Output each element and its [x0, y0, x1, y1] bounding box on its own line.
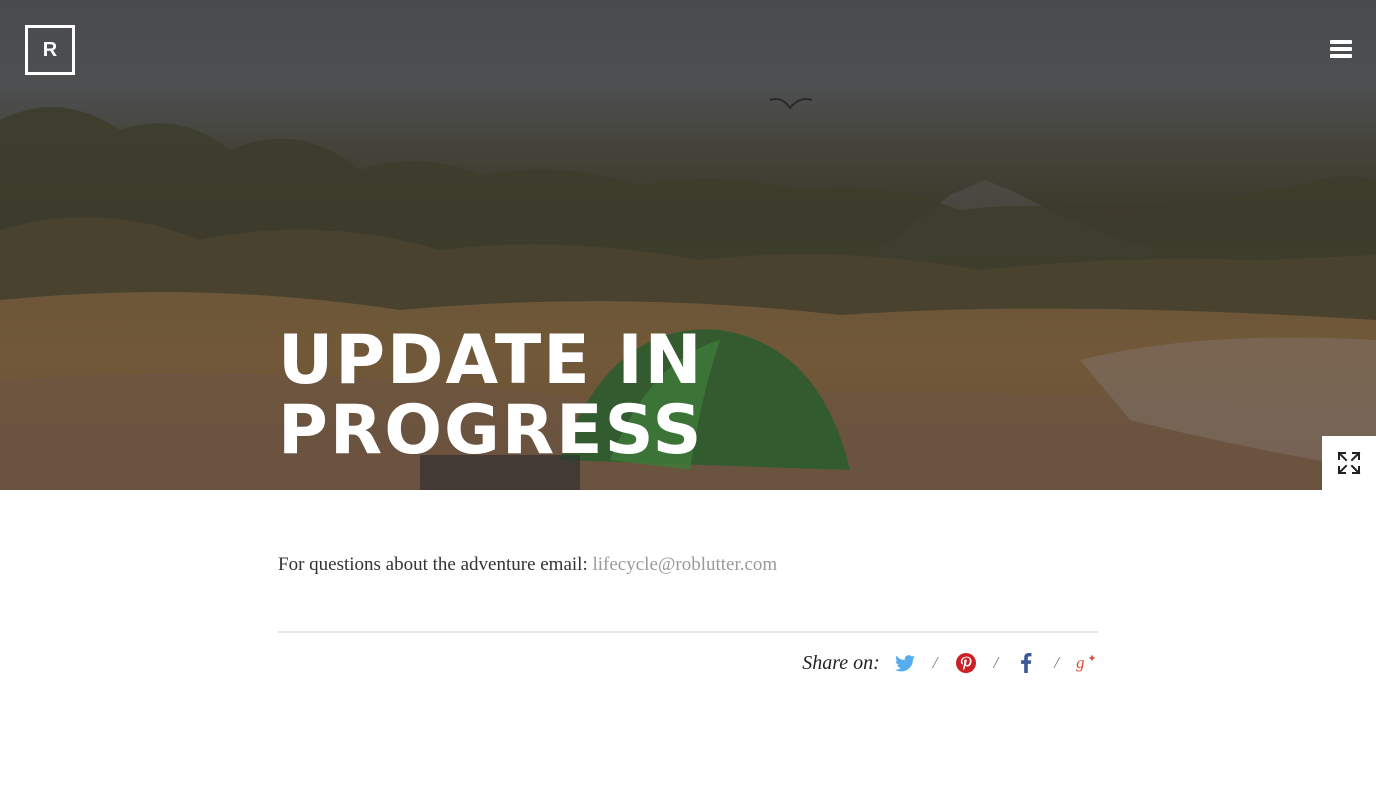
expand-image-button[interactable] [1322, 436, 1376, 490]
contact-text: For questions about the adventure email: [278, 554, 588, 575]
share-separator: / [993, 653, 999, 672]
menu-bar [1330, 40, 1352, 44]
facebook-icon[interactable] [1015, 652, 1037, 674]
share-bar: Share on: / / / g [278, 648, 1098, 678]
page-title-line-2: PROGRESS [278, 391, 704, 470]
page-title-line-1: UPDATE IN [278, 321, 704, 400]
hamburger-icon[interactable] [1330, 40, 1352, 58]
menu-bar [1330, 47, 1352, 51]
google-plus-icon[interactable]: g [1076, 652, 1098, 674]
hero-banner: R UPDATE IN PROGRESS [0, 0, 1376, 490]
expand-icon [1337, 451, 1361, 475]
page-title: UPDATE IN PROGRESS [278, 326, 978, 466]
logo-letter: R [42, 38, 58, 61]
twitter-icon[interactable] [894, 652, 916, 674]
pinterest-icon[interactable] [955, 652, 977, 674]
svg-text:g: g [1076, 653, 1084, 672]
site-logo[interactable]: R [25, 25, 75, 75]
menu-bar [1330, 54, 1352, 58]
share-label: Share on: [802, 651, 880, 674]
contact-paragraph: For questions about the adventure email:… [278, 554, 777, 576]
share-separator: / [932, 653, 938, 672]
content-divider [278, 631, 1098, 633]
contact-email-link[interactable]: lifecycle@roblutter.com [592, 554, 777, 575]
share-separator: / [1054, 653, 1059, 672]
